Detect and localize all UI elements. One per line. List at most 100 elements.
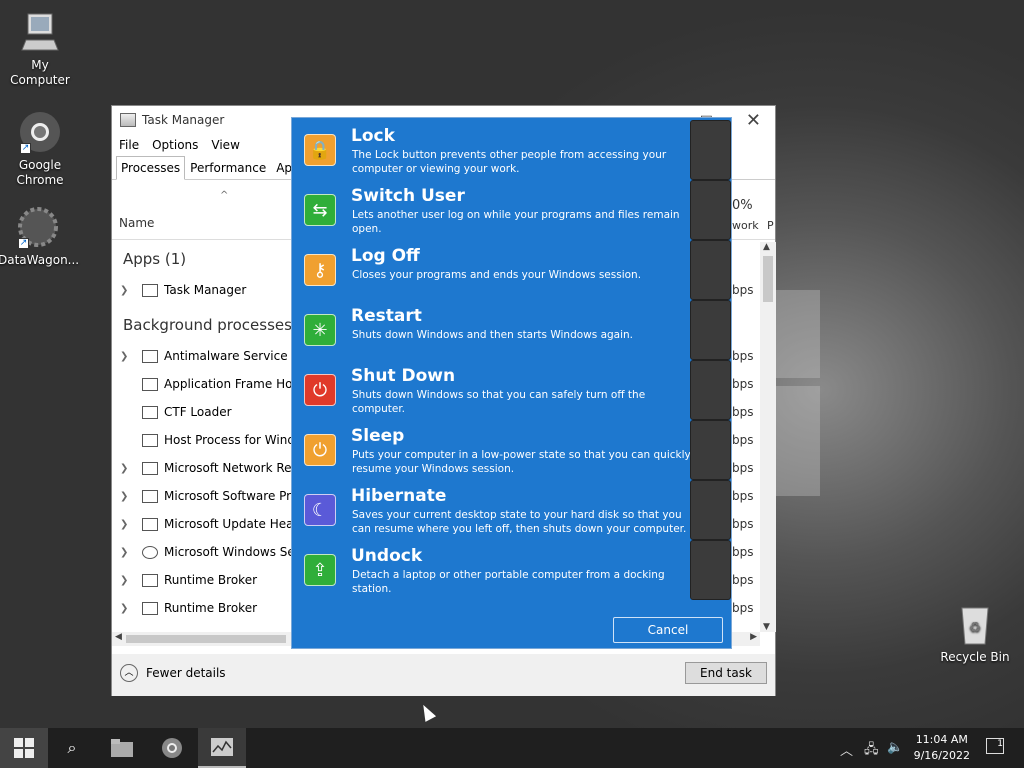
background-group-header: Background processes (2 <box>123 316 313 334</box>
fewer-details-button[interactable]: ︿ Fewer details <box>120 664 226 682</box>
process-icon <box>142 601 158 615</box>
clock[interactable]: 11:04 AM 9/16/2022 <box>914 732 970 764</box>
svg-text:♻: ♻ <box>969 620 982 636</box>
network-percent: 0% <box>732 198 753 213</box>
scroll-up-icon[interactable]: ▲ <box>763 242 770 252</box>
power-icon: ⏻ <box>304 374 336 406</box>
user-process-icon <box>142 545 158 559</box>
tab-processes[interactable]: Processes <box>116 156 186 180</box>
network-column-label[interactable]: work <box>732 219 759 232</box>
side-button[interactable] <box>690 120 731 180</box>
option-desc: Shuts down Windows and then starts Windo… <box>352 329 634 341</box>
network-value: bps <box>732 349 754 363</box>
desktop-icon-datawagon[interactable]: ↗ DataWagon... <box>0 205 80 268</box>
network-value: bps <box>732 283 754 297</box>
option-restart[interactable]: ✳ Restart Shuts down Windows and then st… <box>292 298 690 358</box>
expand-chevron-icon[interactable]: ❯ <box>120 519 132 530</box>
notification-icon[interactable]: 1 <box>986 738 1004 754</box>
network-icon[interactable]: 🖧 <box>864 740 879 762</box>
chevron-up-icon[interactable]: ︿ <box>840 740 853 759</box>
chevron-up-icon: ︿ <box>120 664 138 682</box>
expand-chevron-icon[interactable]: ❯ <box>120 603 132 614</box>
process-icon <box>142 283 158 297</box>
side-button[interactable] <box>690 240 731 300</box>
network-value: bps <box>732 461 754 475</box>
process-icon <box>142 349 158 363</box>
option-lock[interactable]: 🔒 Lock The Lock button prevents other pe… <box>292 118 690 178</box>
option-desc: The Lock button prevents other people fr… <box>352 149 667 175</box>
side-button[interactable] <box>690 180 731 240</box>
desktop-icon-label: Recycle Bin <box>940 650 1010 664</box>
expand-chevron-icon[interactable]: ❯ <box>120 575 132 586</box>
end-task-button[interactable]: End task <box>685 662 767 684</box>
scroll-thumb[interactable] <box>126 635 286 643</box>
desktop-icon-label: Google Chrome <box>16 158 64 187</box>
recycle-bin-icon: ♻ <box>953 602 997 646</box>
side-button[interactable] <box>690 360 731 420</box>
volume-icon[interactable]: 🔈 <box>887 740 903 755</box>
expand-chevron-icon[interactable]: ❯ <box>120 463 132 474</box>
scroll-down-icon[interactable]: ▼ <box>763 622 770 632</box>
menu-file[interactable]: File <box>119 138 139 152</box>
side-button[interactable] <box>690 540 731 600</box>
shortcut-arrow-icon: ↗ <box>18 238 29 249</box>
scroll-left-icon[interactable]: ◀ <box>115 632 122 642</box>
option-shut-down[interactable]: ⏻ Shut Down Shuts down Windows so that y… <box>292 358 690 418</box>
option-hibernate[interactable]: ☾ Hibernate Saves your current desktop s… <box>292 478 690 538</box>
column-p[interactable]: P <box>767 219 774 232</box>
process-name: Microsoft Software Prote <box>164 489 292 503</box>
menu-options[interactable]: Options <box>152 138 198 152</box>
search-icon[interactable]: ⌕ <box>48 728 96 768</box>
network-value: bps <box>732 545 754 559</box>
network-value: bps <box>732 517 754 531</box>
process-icon <box>142 377 158 391</box>
task-manager-taskbar-icon[interactable] <box>198 728 246 768</box>
undock-icon: ⇪ <box>304 554 336 586</box>
option-desc: Lets another user log on while your prog… <box>352 209 680 235</box>
option-undock[interactable]: ⇪ Undock Detach a laptop or other portab… <box>292 538 690 598</box>
side-button[interactable] <box>690 480 731 540</box>
task-manager-icon <box>120 113 136 127</box>
restart-icon: ✳ <box>304 314 336 346</box>
desktop-icon-my-computer[interactable]: My Computer <box>0 10 80 88</box>
close-icon[interactable]: ✕ <box>746 110 761 131</box>
chrome-taskbar-icon[interactable] <box>148 728 196 768</box>
option-title: Shut Down <box>351 366 456 386</box>
process-name: Microsoft Network Realt <box>164 461 292 475</box>
side-button[interactable] <box>690 300 731 360</box>
expand-chevron-icon[interactable]: ❯ <box>120 547 132 558</box>
scroll-thumb[interactable] <box>763 256 773 302</box>
process-name: Application Frame Host <box>164 377 292 391</box>
network-value: bps <box>732 601 754 615</box>
column-name[interactable]: Name <box>119 216 154 230</box>
side-button[interactable] <box>690 420 731 480</box>
desktop-icon-label: My Computer <box>10 58 70 87</box>
desktop-icon-google-chrome[interactable]: ↗ Google Chrome <box>0 110 80 188</box>
taskbar: ⌕ ︿ 🖧 🔈 11:04 AM 9/16/2022 1 <box>0 728 1024 768</box>
expand-chevron-icon[interactable]: ❯ <box>120 351 132 362</box>
expand-chevron-icon[interactable]: ❯ <box>120 491 132 502</box>
vertical-scrollbar[interactable]: ▲ ▼ <box>760 242 776 632</box>
clock-time: 11:04 AM <box>915 733 968 746</box>
option-sleep[interactable]: ⏻ Sleep Puts your computer in a low-powe… <box>292 418 691 478</box>
computer-icon <box>18 10 62 54</box>
option-switch-user[interactable]: ⇆ Switch User Lets another user log on w… <box>292 178 690 238</box>
process-name: CTF Loader <box>164 405 232 419</box>
desktop-icon-label: DataWagon... <box>0 253 80 267</box>
scroll-right-icon[interactable]: ▶ <box>750 632 757 642</box>
start-button[interactable] <box>0 728 48 768</box>
file-explorer-icon[interactable] <box>98 728 146 768</box>
option-log-off[interactable]: ⚷ Log Off Closes your programs and ends … <box>292 238 690 298</box>
option-title: Sleep <box>351 426 405 446</box>
hibernate-icon: ☾ <box>304 494 336 526</box>
cancel-button[interactable]: Cancel <box>613 617 723 643</box>
process-name: Microsoft Update Health <box>164 517 292 531</box>
expand-chevron-icon[interactable]: ❯ <box>120 285 132 296</box>
process-name: Microsoft Windows Sear <box>164 545 292 559</box>
desktop-icon-recycle-bin[interactable]: ♻ Recycle Bin <box>935 602 1015 665</box>
tab-performance[interactable]: Performance <box>185 156 271 179</box>
option-title: Hibernate <box>351 486 447 506</box>
process-name: Runtime Broker <box>164 573 258 587</box>
lock-icon: 🔒 <box>304 134 336 166</box>
menu-view[interactable]: View <box>211 138 239 152</box>
